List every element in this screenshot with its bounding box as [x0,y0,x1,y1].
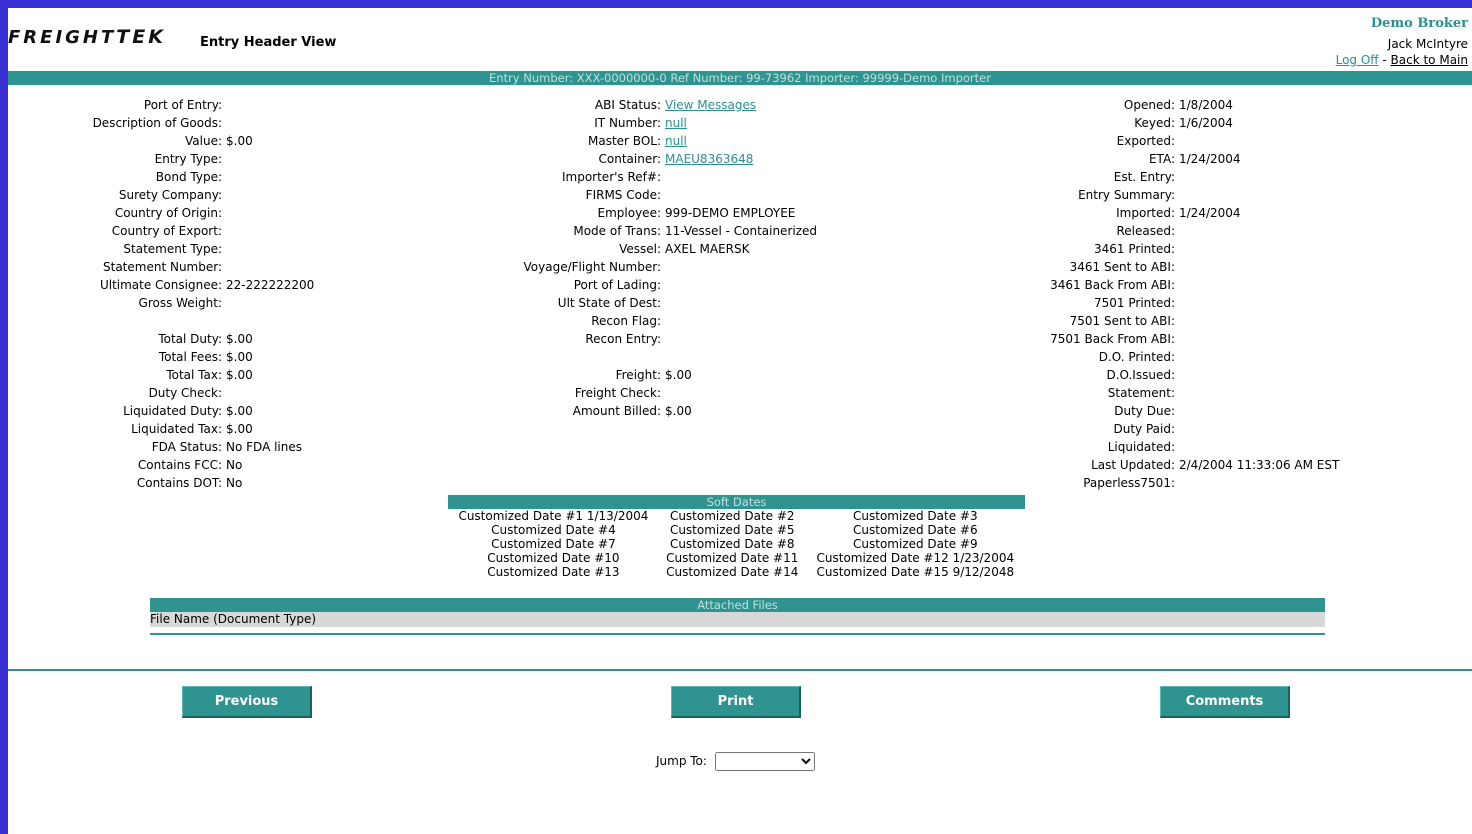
logoff-link[interactable]: Log Off [1336,53,1379,67]
page: FREIGHT​TEK Entry Header View Demo Broke… [8,8,1472,834]
soft-date-row: Customized Date #4 Customized Date #5 Cust… [448,523,1025,537]
soft-date-cell: Customized Date #3 [853,508,978,523]
field-label: 3461 Back From ABI: [1050,278,1175,292]
col3-row: D.O.Issued: [8,366,1339,384]
soft-date-cell: Customized Date #4 [491,522,616,537]
link-separator: - [1378,53,1391,67]
soft-date-cell: Customized Date #12 1/23/2004 [816,550,1015,565]
header-links: Log Off - Back to Main [1336,53,1468,67]
soft-date-cell: Customized Date #11 [666,550,799,565]
dates-column: Opened: 1/8/2004 Keyed: 1/6/2004 Exported: ET… [8,96,1339,492]
soft-date-cell: Customized Date #8 [669,536,795,551]
soft-date-cell: Customized Date #6 [853,522,978,537]
field-label: 7501 Sent to ABI: [1069,314,1175,328]
field-label: ETA: [1148,152,1175,166]
field-label: Entry Summary: [1078,188,1175,202]
comments-button[interactable]: Comments [1160,686,1290,718]
col3-row: Est. Entry: [8,168,1339,186]
soft-date-row: Customized Date #7 Customized Date #8 Cust… [448,537,1025,551]
field-label: D.O. Printed: [1098,350,1175,364]
field-value: 1/24/2004 [1179,152,1241,166]
field-label: Duty Paid: [1113,422,1175,436]
soft-date-cell: Customized Date #10 [487,550,620,565]
field-label: Last Updated: [1091,458,1175,472]
attached-files-title: Attached Files [150,598,1325,612]
col3-row: 7501 Printed: [8,294,1339,312]
jump-to-control: Jump To: [656,752,815,771]
col3-row: 7501 Back From ABI: [8,330,1339,348]
field-label: Paperless7501: [1083,476,1175,490]
col3-row: 3461 Sent to ABI: [8,258,1339,276]
field-label: Duty Due: [1114,404,1175,418]
field-label: 7501 Back From ABI: [1050,332,1175,346]
col3-row: Keyed: 1/6/2004 [8,114,1339,132]
col3-row: Released: [8,222,1339,240]
field-label: Est. Entry: [1113,170,1175,184]
page-title: Entry Header View [200,35,337,50]
soft-date-cell: Customized Date #7 [491,536,616,551]
entry-info-bar: Entry Number: XXX-0000000-0 Ref Number: … [8,71,1472,85]
soft-date-cell: Customized Date #2 [669,508,795,523]
soft-dates-title: Soft Dates [448,495,1025,509]
soft-date-row: Customized Date #10 Customized Date #11 Cu… [448,551,1025,565]
jump-to-select[interactable] [714,752,815,771]
col3-row: Opened: 1/8/2004 [8,96,1339,114]
field-label: Exported: [1116,134,1175,148]
col3-row: ETA: 1/24/2004 [8,150,1339,168]
col3-row: Entry Summary: [8,186,1339,204]
col3-row: 3461 Back From ABI: [8,276,1339,294]
field-label: Imported: [1116,206,1175,220]
col3-row: 3461 Printed: [8,240,1339,258]
col3-row: Imported: 1/24/2004 [8,204,1339,222]
soft-date-cell: Customized Date #15 9/12/2048 [816,564,1015,579]
files-divider [150,627,1325,635]
col3-row: Duty Due: [8,402,1339,420]
field-label: 3461 Sent to ABI: [1069,260,1175,274]
soft-dates-table: Soft Dates Customized Date #1 1/13/2004 C… [448,495,1025,579]
print-button[interactable]: Print [671,686,801,718]
field-label: Keyed: [1134,116,1175,130]
soft-date-cell: Customized Date #9 [853,536,978,551]
soft-date-row: Customized Date #1 1/13/2004 Customized D… [448,509,1025,523]
soft-date-cell: Customized Date #13 [487,564,620,579]
field-label: Released: [1116,224,1175,238]
file-name-column-header: File Name (Document Type) [150,612,1325,627]
field-value: 1/8/2004 [1179,98,1233,112]
col3-row: Last Updated: 2/4/2004 11:33:06 AM EST [8,456,1339,474]
field-label: Opened: [1123,98,1175,112]
field-label: 7501 Printed: [1094,296,1175,310]
field-label: D.O.Issued: [1106,368,1175,382]
col3-row: Duty Paid: [8,420,1339,438]
col3-row: D.O. Printed: [8,348,1339,366]
soft-date-row: Customized Date #13 Customized Date #14 Cu… [448,565,1025,579]
field-value: 2/4/2004 11:33:06 AM EST [1179,458,1340,472]
jump-to-label: Jump To: [656,754,707,768]
field-value: 1/6/2004 [1179,116,1233,130]
back-to-main-link[interactable]: Back to Main [1391,53,1468,67]
col3-row: Statement: [8,384,1339,402]
field-label: Statement: [1107,386,1175,400]
soft-date-cell: Customized Date #5 [669,522,795,537]
field-label: 3461 Printed: [1094,242,1175,256]
footer-divider [8,669,1472,671]
previous-button[interactable]: Previous [182,686,312,718]
col3-row: 7501 Sent to ABI: [8,312,1339,330]
col3-row: Liquidated: [8,438,1339,456]
col3-row: Exported: [8,132,1339,150]
col3-row: Paperless7501: [8,474,1339,492]
freightek-logo: FREIGHT​TEK [8,26,166,48]
user-name: Jack McIntyre [1387,37,1468,51]
soft-date-cell: Customized Date #1 1/13/2004 [458,508,649,523]
broker-name: Demo Broker [1370,16,1468,31]
attached-files-table: Attached Files File Name (Document Type) [150,598,1325,635]
soft-date-cell: Customized Date #14 [666,564,799,579]
field-label: Liquidated: [1107,440,1175,454]
field-value: 1/24/2004 [1179,206,1241,220]
